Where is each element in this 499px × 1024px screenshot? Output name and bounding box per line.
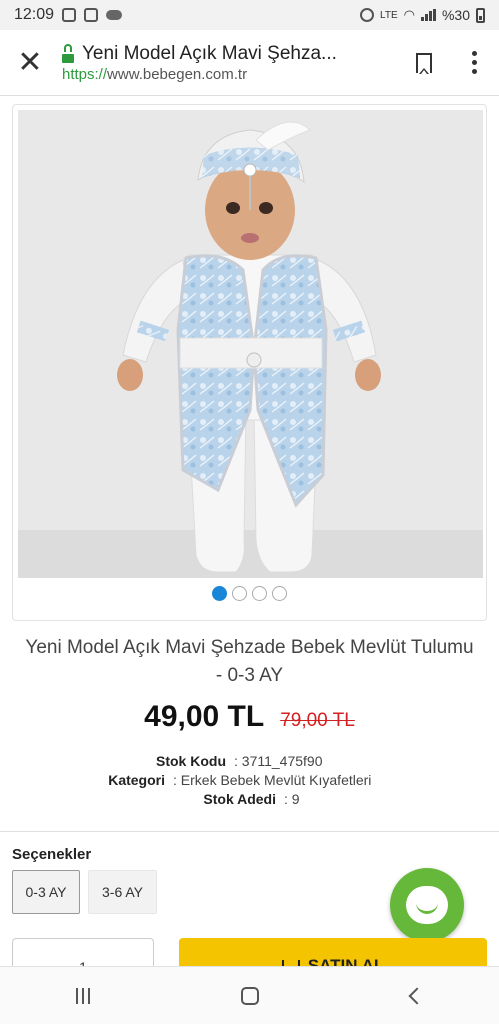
gallery-dot[interactable] xyxy=(212,586,227,601)
bookmark-icon[interactable] xyxy=(399,30,449,96)
recents-icon[interactable] xyxy=(75,987,90,1004)
url-host: www.bebegen.com.tr xyxy=(107,65,248,83)
current-price: 49,00 TL xyxy=(144,700,265,733)
status-bar: 12:09 LTE ◠ %30 xyxy=(0,0,499,30)
status-time: 12:09 xyxy=(14,6,55,23)
price-row: 49,00 TL 79,00 TL xyxy=(0,700,499,734)
network-type: LTE xyxy=(380,9,398,21)
meta-row-stock-code: Stok Kodu : 3711_475f90 xyxy=(0,752,499,771)
product-title: Yeni Model Açık Mavi Şehzade Bebek Mevlü… xyxy=(25,637,474,686)
product-meta: Stok Kodu : 3711_475f90 Kategori : Erkek… xyxy=(0,752,499,809)
buy-button[interactable]: SATIN AL xyxy=(179,938,487,968)
page-title-block[interactable]: Yeni Model Açık Mavi Şehza... https://ww… xyxy=(60,43,399,83)
page-url: https://www.bebegen.com.tr xyxy=(62,66,399,83)
chat-bubble-icon xyxy=(406,886,448,924)
baby-costume-photo xyxy=(18,110,483,578)
option-3-6-ay[interactable]: 3-6 AY xyxy=(88,870,157,914)
chat-button[interactable] xyxy=(390,868,464,942)
option-0-3-ay[interactable]: 0-3 AY xyxy=(12,870,80,914)
gallery-dots xyxy=(13,586,486,601)
system-nav-bar xyxy=(0,966,499,1024)
battery-icon xyxy=(476,7,485,23)
wifi-icon: ◠ xyxy=(403,7,415,22)
section-divider xyxy=(0,831,499,832)
meta-row-category: Kategori : Erkek Bebek Mevlüt Kıyafetler… xyxy=(0,771,499,790)
custom-tab-toolbar: ✕ Yeni Model Açık Mavi Şehza... https://… xyxy=(0,30,499,96)
product-gallery xyxy=(12,104,487,621)
lock-icon xyxy=(62,43,74,63)
meta-label: Kategori xyxy=(108,772,165,788)
close-icon[interactable]: ✕ xyxy=(0,30,60,96)
meta-label: Stok Adedi xyxy=(203,791,276,807)
options-title: Seçenekler xyxy=(12,846,92,863)
meta-value: : 3711_475f90 xyxy=(234,753,323,769)
signal-icon xyxy=(420,9,436,21)
meta-value: : 9 xyxy=(284,791,300,807)
meta-label: Stok Kodu xyxy=(156,753,226,769)
category-link[interactable]: : Erkek Bebek Mevlüt Kıyafetleri xyxy=(165,771,371,790)
url-scheme: https:// xyxy=(62,65,108,83)
meta-row-stock-count: Stok Adedi : 9 xyxy=(0,790,499,809)
cloud-icon xyxy=(106,10,123,20)
back-icon[interactable] xyxy=(408,987,426,1004)
old-price: 79,00 TL xyxy=(280,710,355,731)
gallery-dot[interactable] xyxy=(252,586,267,601)
alarm-icon xyxy=(360,8,375,22)
gallery-dot[interactable] xyxy=(232,586,247,601)
messenger-icon xyxy=(62,8,77,22)
home-icon[interactable] xyxy=(241,986,260,1005)
gallery-dot[interactable] xyxy=(272,586,287,601)
more-menu-icon[interactable] xyxy=(449,30,499,96)
battery-percent: %30 xyxy=(441,7,470,23)
page-title: Yeni Model Açık Mavi Şehza... xyxy=(82,42,337,64)
gallery-icon xyxy=(84,8,99,22)
product-image[interactable] xyxy=(18,110,483,578)
